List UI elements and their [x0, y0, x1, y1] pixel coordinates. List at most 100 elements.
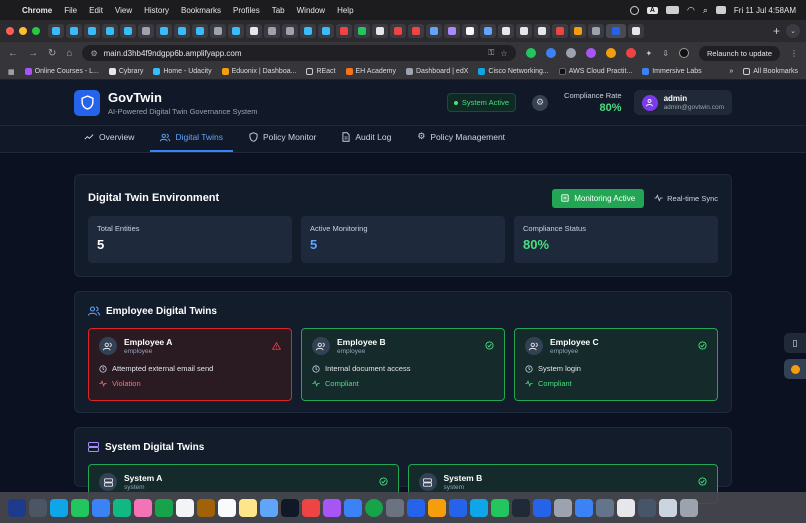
settings-gear-icon[interactable]: ⚙: [532, 94, 549, 111]
browser-tab[interactable]: [552, 24, 568, 38]
bookmark-item[interactable]: Online Courses - L...: [24, 68, 99, 75]
browser-tab[interactable]: [570, 24, 586, 38]
menu-history[interactable]: History: [144, 6, 169, 15]
control-center-icon[interactable]: [715, 6, 726, 14]
terminal-icon[interactable]: [512, 498, 530, 517]
browser-tab-active[interactable]: [606, 24, 626, 38]
trash-icon[interactable]: [680, 498, 698, 517]
reminders-icon[interactable]: [218, 498, 236, 517]
employee-card[interactable]: Employee C employee System login Complia…: [514, 328, 718, 401]
utility-icon[interactable]: [575, 498, 593, 517]
monitoring-active-button[interactable]: Monitoring Active: [552, 188, 645, 208]
chrome-icon[interactable]: [365, 498, 383, 517]
safari-icon[interactable]: [50, 498, 68, 517]
browser-tab[interactable]: [192, 24, 208, 38]
new-tab-icon[interactable]: +: [773, 24, 780, 38]
vscode-icon[interactable]: [533, 498, 551, 517]
launchpad-icon[interactable]: [29, 498, 47, 517]
bookmark-star-icon[interactable]: ☆: [500, 49, 507, 58]
tab-audit-log[interactable]: Audit Log: [332, 132, 401, 152]
zoom-icon[interactable]: [449, 498, 467, 517]
home-icon[interactable]: ⌂: [66, 48, 72, 59]
search-icon[interactable]: ⌕: [703, 5, 708, 16]
extensions-puzzle-icon[interactable]: ✦: [646, 49, 653, 58]
menu-profiles[interactable]: Profiles: [233, 6, 260, 15]
menu-help[interactable]: Help: [337, 6, 353, 15]
side-panel-assistant-icon[interactable]: [784, 359, 806, 379]
finder-icon[interactable]: [8, 498, 26, 517]
maps-icon[interactable]: [113, 498, 131, 517]
browser-tab[interactable]: [408, 24, 424, 38]
menu-file[interactable]: File: [64, 6, 77, 15]
browser-tab[interactable]: [138, 24, 154, 38]
address-bar[interactable]: ⚙ main.d3hb4f9ndgpp6b.amplifyapp.com ⚿ ☆: [82, 45, 516, 61]
profile-avatar[interactable]: [678, 48, 689, 58]
browser-tab[interactable]: [588, 24, 604, 38]
browser-tab[interactable]: [336, 24, 352, 38]
browser-tab[interactable]: [48, 24, 64, 38]
bookmarks-overflow[interactable]: »: [729, 68, 733, 75]
extension-icon[interactable]: [625, 48, 636, 58]
browser-tab[interactable]: [102, 24, 118, 38]
sketch-icon[interactable]: [428, 498, 446, 517]
battery-icon[interactable]: [665, 6, 679, 14]
folder-stack-icon[interactable]: [659, 498, 677, 517]
browser-tab[interactable]: [120, 24, 136, 38]
wifi-icon[interactable]: ◠: [687, 5, 695, 16]
browser-tab[interactable]: [462, 24, 478, 38]
bookmark-item[interactable]: Cybrary: [108, 68, 143, 75]
bookmark-item[interactable]: Immersive Labs: [642, 68, 702, 75]
download-icon[interactable]: ⇩: [662, 49, 669, 58]
bookmark-item[interactable]: AWS Cloud Practit...: [558, 68, 632, 75]
settings-icon[interactable]: [386, 498, 404, 517]
browser-tab[interactable]: [228, 24, 244, 38]
back-icon[interactable]: ←: [8, 48, 18, 59]
employee-card[interactable]: Employee A employee Attempted external e…: [88, 328, 292, 401]
user-menu[interactable]: admin admin@govtwin.com: [633, 90, 732, 115]
browser-tab[interactable]: [84, 24, 100, 38]
browser-tab[interactable]: [246, 24, 262, 38]
bookmark-item[interactable]: Eduonix | Dashboa...: [221, 68, 296, 75]
url-text[interactable]: main.d3hb4f9ndgpp6b.amplifyapp.com: [104, 49, 483, 58]
browser-tab[interactable]: [66, 24, 82, 38]
bookmark-item[interactable]: EH Academy: [345, 68, 396, 75]
password-key-icon[interactable]: ⚿: [488, 48, 494, 58]
browser-tab[interactable]: [210, 24, 226, 38]
side-panel-book-icon[interactable]: ▯: [784, 333, 806, 353]
close-window-icon[interactable]: [6, 27, 14, 35]
browser-tab[interactable]: [372, 24, 388, 38]
editor-icon[interactable]: [407, 498, 425, 517]
input-source-badge[interactable]: A: [646, 6, 658, 14]
facetime-icon[interactable]: [155, 498, 173, 517]
browser-tab[interactable]: [300, 24, 316, 38]
extension-icon[interactable]: [605, 48, 616, 58]
extension-icon[interactable]: [565, 48, 576, 58]
browser-tab[interactable]: [516, 24, 532, 38]
menu-view[interactable]: View: [115, 6, 132, 15]
tab-policy-management[interactable]: ⚙ Policy Management: [407, 131, 515, 152]
podcasts-icon[interactable]: [323, 498, 341, 517]
quicktime-icon[interactable]: [596, 498, 614, 517]
extension-icon[interactable]: [525, 48, 536, 58]
browser-tab[interactable]: [628, 24, 644, 38]
tab-overview[interactable]: Overview: [74, 132, 144, 152]
freeform-icon[interactable]: [260, 498, 278, 517]
contacts-icon[interactable]: [197, 498, 215, 517]
relaunch-button[interactable]: Relaunch to update: [698, 45, 780, 61]
more-menu-icon[interactable]: ⋮: [790, 49, 798, 58]
menu-window[interactable]: Window: [297, 6, 325, 15]
downloads-stack-icon[interactable]: [638, 498, 656, 517]
clock[interactable]: Fri 11 Jul 4:58AM: [734, 6, 796, 15]
menu-edit[interactable]: Edit: [89, 6, 103, 15]
browser-tab[interactable]: [354, 24, 370, 38]
menu-app-name[interactable]: Chrome: [22, 6, 52, 15]
reload-icon[interactable]: ↻: [48, 48, 56, 59]
browser-tab[interactable]: [156, 24, 172, 38]
record-icon[interactable]: [629, 5, 639, 15]
browser-tab[interactable]: [498, 24, 514, 38]
browser-tab[interactable]: [174, 24, 190, 38]
music-icon[interactable]: [302, 498, 320, 517]
browser-tab[interactable]: [426, 24, 442, 38]
calendar-icon[interactable]: [176, 498, 194, 517]
site-info-icon[interactable]: ⚙: [90, 49, 97, 58]
